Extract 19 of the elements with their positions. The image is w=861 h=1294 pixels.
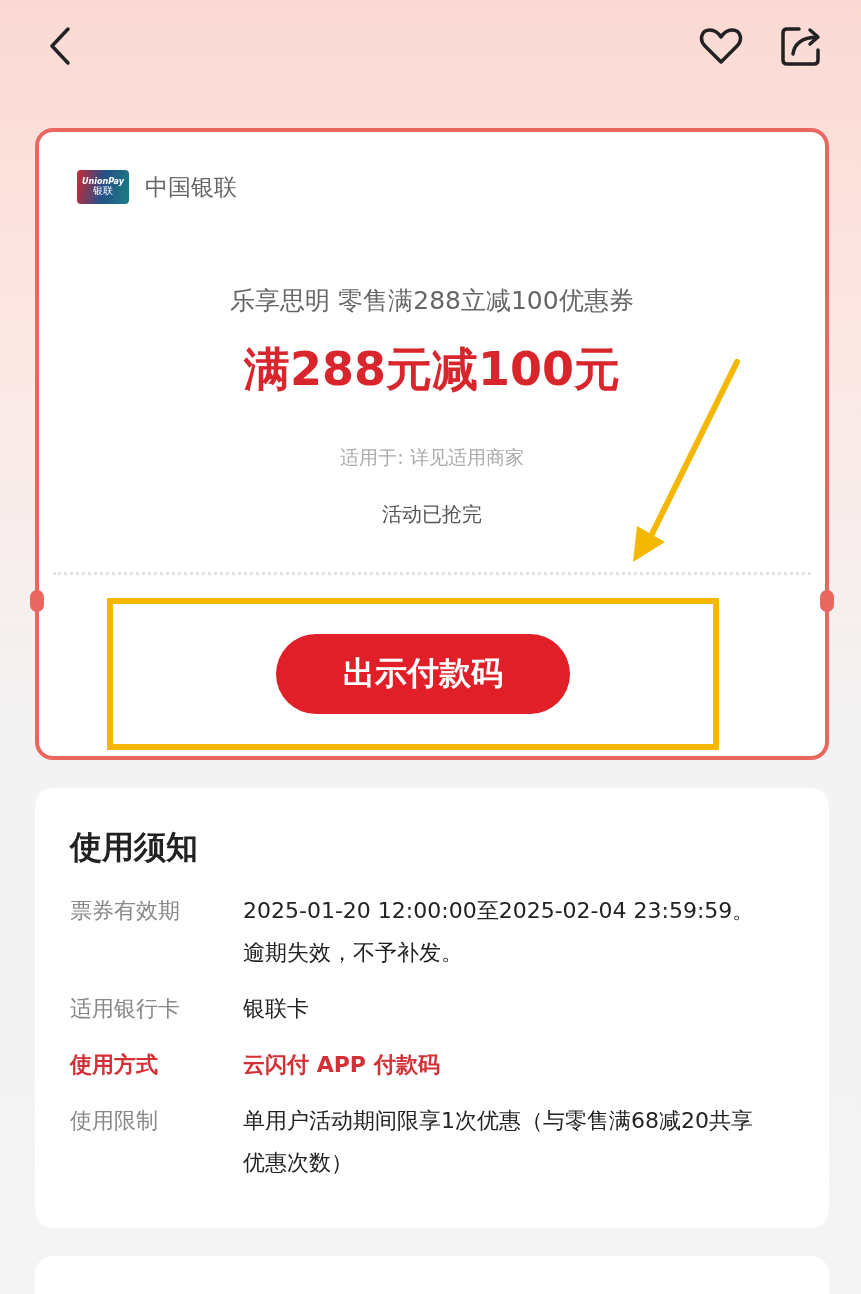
- status-text: 活动已抢完: [382, 501, 482, 528]
- share-icon[interactable]: [779, 24, 823, 68]
- row-label: 使用方式: [70, 1051, 159, 1079]
- row-value: 银联卡: [243, 995, 310, 1023]
- row-label: 适用银行卡: [70, 995, 181, 1023]
- unionpay-logo: UnionPay 银联: [77, 170, 129, 204]
- row-value: 云闪付 APP 付款码: [243, 1051, 441, 1079]
- notice-heading: 使用须知: [70, 827, 199, 868]
- row-label: 票券有效期: [70, 897, 181, 925]
- show-payment-code-button[interactable]: 出示付款码: [276, 634, 570, 714]
- heart-icon[interactable]: [699, 27, 743, 65]
- applies-to-text: 适用于: 详见适用商家: [340, 445, 524, 470]
- coupon-title: 乐享思明 零售满288立减100优惠券: [230, 285, 634, 317]
- back-icon[interactable]: [48, 26, 72, 66]
- issuer-name: 中国银联: [145, 172, 237, 202]
- row-value: 单用户活动期间限享1次优惠（与零售满68减20共享优惠次数）: [243, 1107, 754, 1177]
- row-label: 使用限制: [70, 1107, 159, 1135]
- row-value: 2025-01-20 12:00:00至2025-02-04 23:59:59。逾期失效，不予补发。: [243, 897, 756, 967]
- discount-headline: 满288元减100元: [243, 341, 620, 398]
